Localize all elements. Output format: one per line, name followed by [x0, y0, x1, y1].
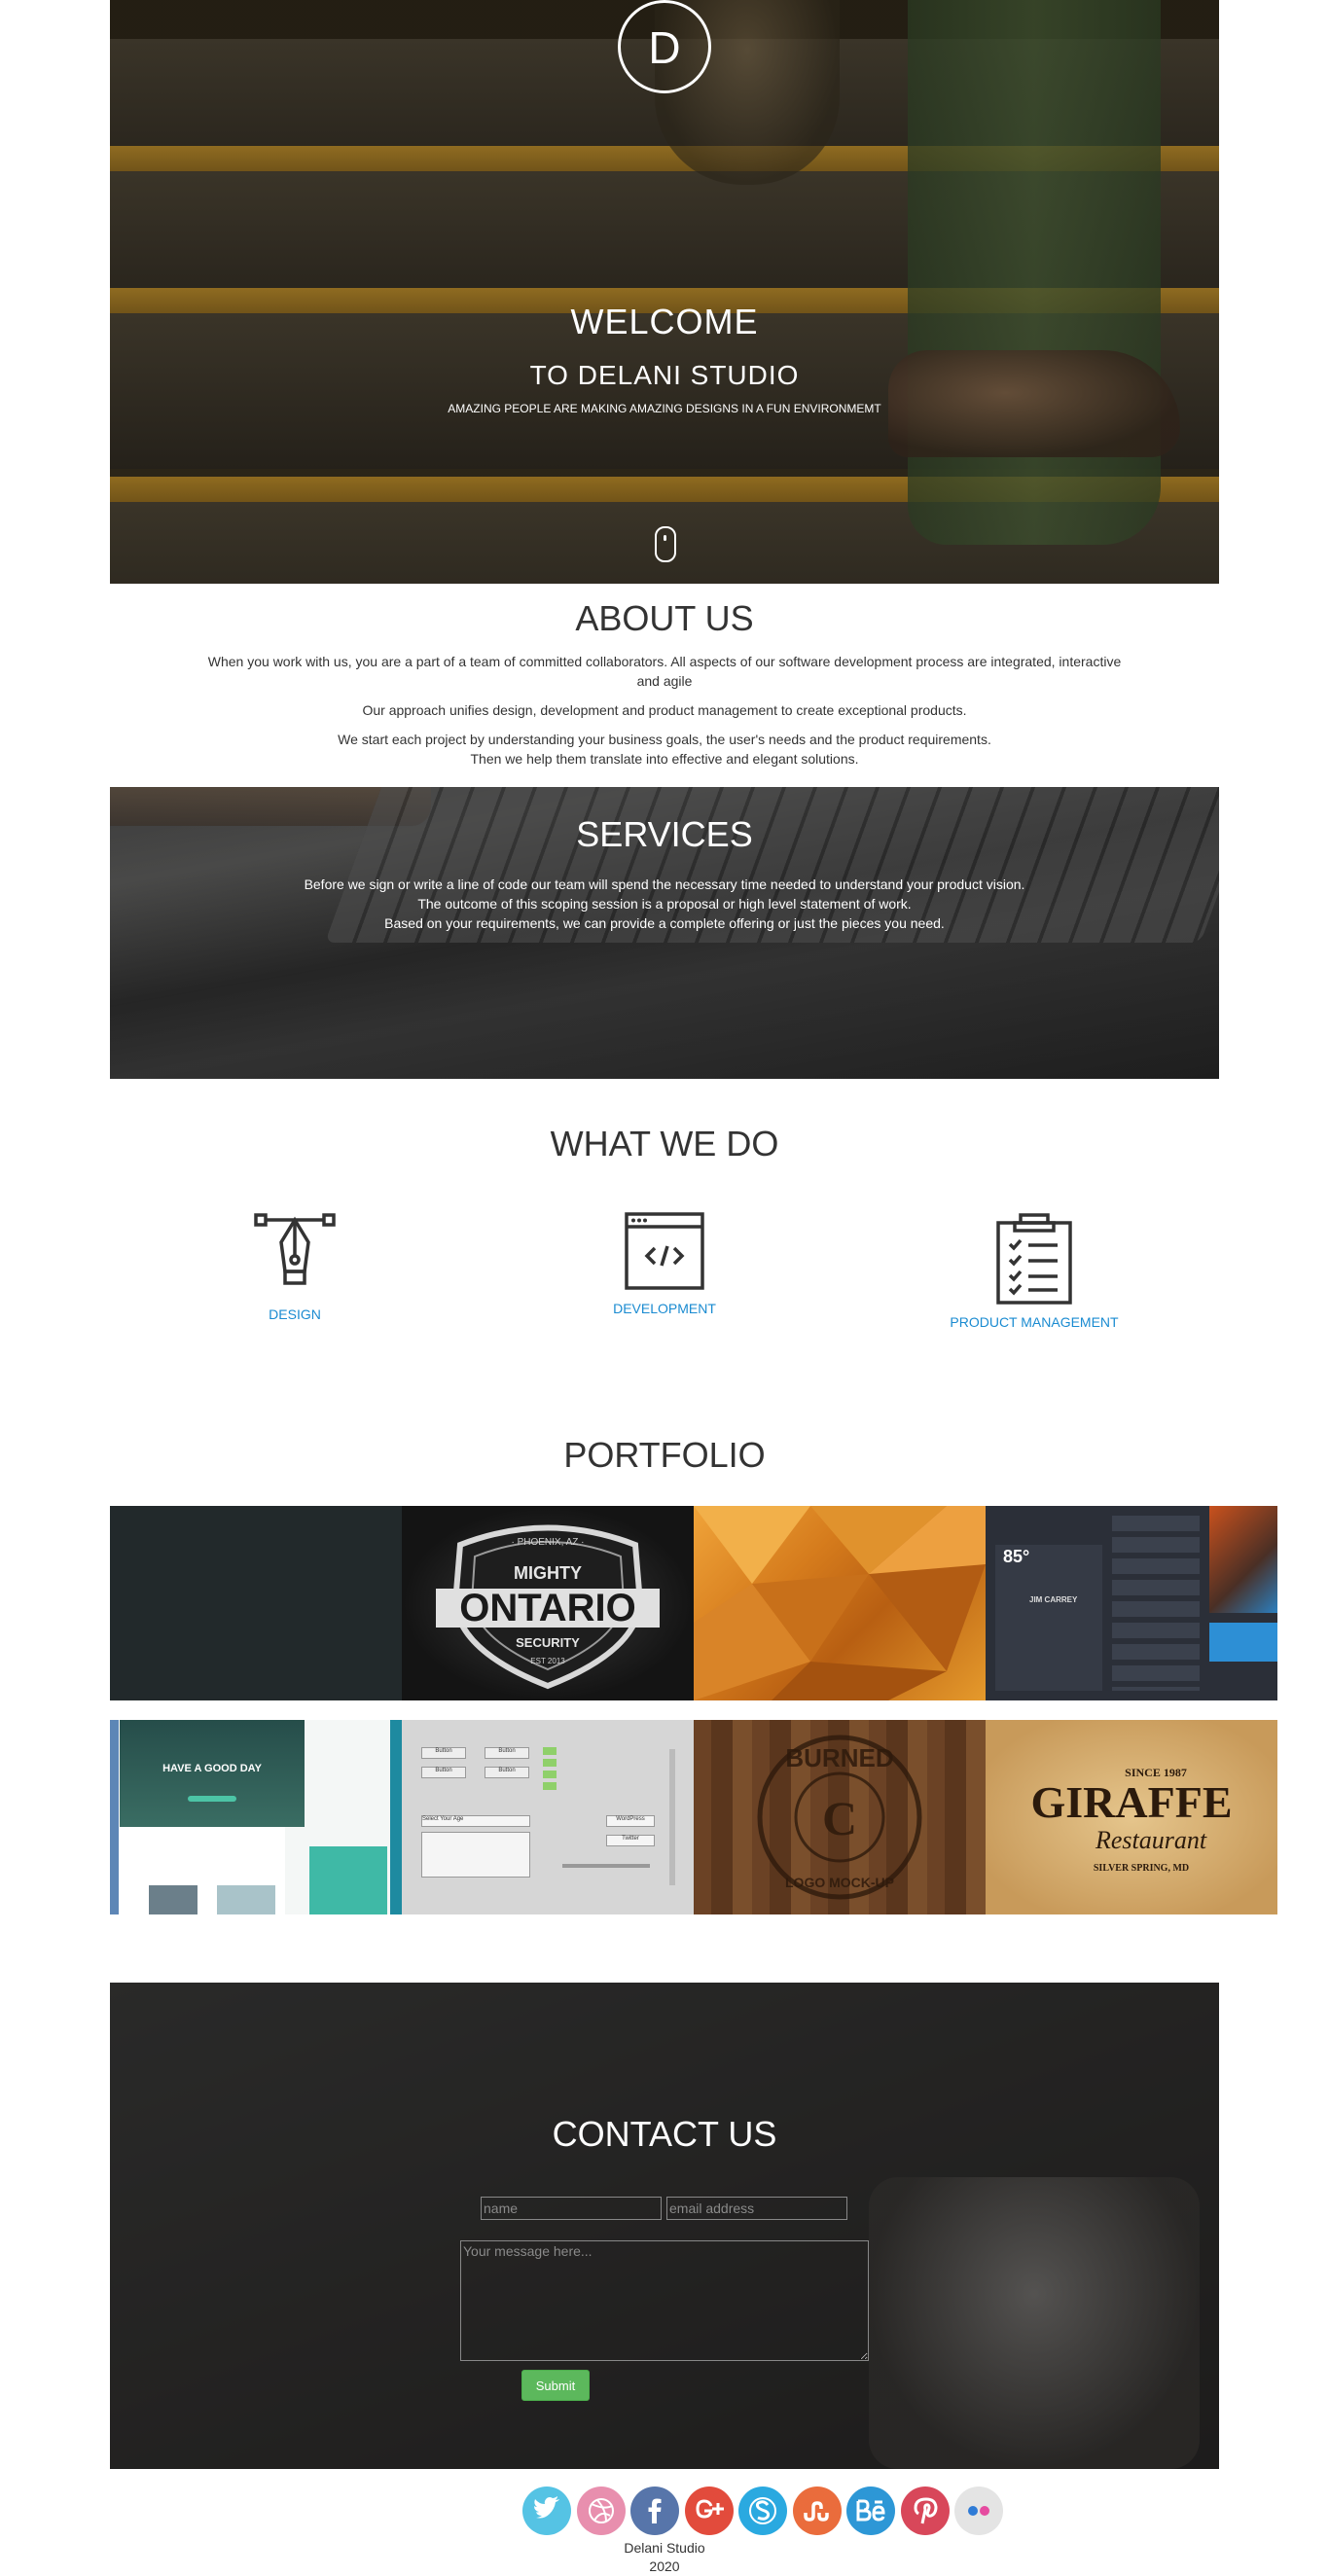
about-paragraph-3-line-2: Then we help them translate into effecti… — [470, 751, 859, 767]
template-button — [188, 1796, 236, 1802]
email-input[interactable] — [666, 2197, 847, 2220]
pen-tool-icon — [254, 1213, 336, 1285]
portfolio-tile-web-template[interactable]: HAVE A GOOD DAY — [110, 1720, 402, 1914]
service-design[interactable]: DESIGN — [149, 1211, 441, 1322]
services-section: SERVICES Before we sign or write a line … — [110, 787, 1219, 1079]
clipboard-checklist-icon — [996, 1213, 1072, 1305]
service-product-management[interactable]: PRODUCT MANAGEMENT — [888, 1211, 1180, 1330]
contact-section: CONTACT US — [110, 1983, 1219, 2469]
portfolio-tile-polygon[interactable] — [694, 1506, 986, 1700]
burned-mark: C — [822, 1791, 857, 1845]
service-development[interactable]: DEVELOPMENT — [519, 1211, 810, 1316]
ontario-top-text: · PHOENIX, AZ · — [511, 1537, 584, 1548]
giraffe-script: Restaurant — [1095, 1826, 1207, 1854]
about-paragraph-1: When you work with us, you are a part of… — [207, 654, 1122, 689]
name-input[interactable] — [481, 2197, 662, 2220]
ontario-lower-text: SECURITY — [516, 1635, 580, 1650]
services-line-3: Based on your requirements, we can provi… — [384, 915, 945, 931]
code-window-icon — [625, 1212, 704, 1290]
portfolio-title: PORTFOLIO — [563, 1435, 766, 1475]
ontario-upper-text: MIGHTY — [514, 1563, 582, 1583]
contact-title: CONTACT US — [552, 2114, 777, 2154]
polygon-pattern — [694, 1506, 986, 1700]
ontario-est-text: EST 2013 — [530, 1657, 565, 1665]
hero-tagline: AMAZING PEOPLE ARE MAKING AMAZING DESIGN… — [448, 402, 881, 415]
pinterest-icon[interactable] — [901, 2487, 950, 2535]
submit-button[interactable]: Submit — [521, 2370, 590, 2401]
stumbleupon-icon[interactable] — [793, 2487, 842, 2535]
portfolio-tile-burned-logo[interactable]: C BURNED LOGO MOCK-UP — [694, 1720, 986, 1914]
ui-kit-list — [421, 1832, 530, 1878]
google-plus-icon[interactable] — [685, 2487, 734, 2535]
flickr-icon[interactable] — [954, 2487, 1003, 2535]
portfolio-tile-dashboard-ui[interactable]: 85° JIM CARREY — [986, 1506, 1277, 1700]
burned-lower-text: LOGO MOCK-UP — [785, 1875, 894, 1890]
burned-upper-text: BURNED — [785, 1743, 893, 1772]
ui-kit-select: Select Your Age — [421, 1815, 530, 1827]
ui-kit-wordpress: WordPress — [606, 1815, 655, 1827]
ui-kit-button: Button — [485, 1767, 529, 1778]
template-thumb — [149, 1885, 198, 1914]
dashboard-button — [1209, 1623, 1277, 1662]
giraffe-restaurant-logo: SINCE 1987 GIRAFFE Restaurant SILVER SPR… — [1031, 1766, 1233, 1874]
burned-logo: C BURNED LOGO MOCK-UP — [757, 1735, 922, 1900]
dashboard-image — [1209, 1506, 1277, 1613]
hero-background-leg — [908, 0, 1161, 545]
ui-kit-scrollbar — [669, 1749, 675, 1885]
services-title: SERVICES — [576, 814, 753, 854]
ui-kit-button: Button — [485, 1747, 529, 1759]
services-line-2: The outcome of this scoping session is a… — [417, 896, 912, 912]
dashboard-temperature: 85° — [1003, 1547, 1030, 1566]
scroll-mouse-icon[interactable] — [655, 526, 676, 562]
about-title: ABOUT US — [575, 598, 754, 638]
template-thumb — [217, 1885, 275, 1914]
logo[interactable]: D — [618, 0, 711, 93]
what-we-do-title: WHAT WE DO — [550, 1124, 779, 1163]
ui-kit-button: Button — [421, 1747, 466, 1759]
about-paragraph-2: Our approach unifies design, development… — [362, 702, 967, 718]
service-development-label[interactable]: DEVELOPMENT — [519, 1301, 810, 1316]
message-textarea[interactable] — [460, 2240, 869, 2361]
services-line-1: Before we sign or write a line of code o… — [304, 877, 1025, 892]
service-design-label[interactable]: DESIGN — [149, 1306, 441, 1322]
footer-year: 2020 — [649, 2558, 680, 2574]
ui-kit-slider — [562, 1864, 650, 1868]
giraffe-place: SILVER SPRING, MD — [1094, 1863, 1189, 1874]
dashboard-list — [1112, 1516, 1200, 1691]
template-heading: HAVE A GOOD DAY — [162, 1763, 262, 1774]
service-product-management-label[interactable]: PRODUCT MANAGEMENT — [888, 1314, 1180, 1330]
portfolio-tile-1[interactable] — [110, 1506, 402, 1700]
about-paragraph-3-line-1: We start each project by understanding y… — [338, 732, 991, 747]
portfolio-tile-giraffe[interactable]: SINCE 1987 GIRAFFE Restaurant SILVER SPR… — [986, 1720, 1277, 1914]
footer-studio-name: Delani Studio — [624, 2540, 705, 2556]
giraffe-main: GIRAFFE — [1031, 1777, 1233, 1827]
facebook-icon[interactable] — [630, 2487, 679, 2535]
ui-kit-toggles — [543, 1747, 557, 1792]
template-footer-band — [309, 1846, 387, 1914]
services-text: Before we sign or write a line of code o… — [110, 875, 1219, 933]
dribbble-icon[interactable] — [577, 2487, 626, 2535]
ontario-main-text: ONTARIO — [459, 1587, 635, 1629]
ontario-badge-logo: · PHOENIX, AZ · MIGHTY ONTARIO SECURITY … — [436, 1524, 660, 1690]
portfolio-tile-mighty-ontario[interactable]: · PHOENIX, AZ · MIGHTY ONTARIO SECURITY … — [402, 1506, 694, 1700]
behance-icon[interactable] — [846, 2487, 895, 2535]
ui-kit-twitter: Twitter — [606, 1835, 655, 1846]
dashboard-name: JIM CARREY — [1029, 1595, 1078, 1604]
contact-background-machine — [869, 2177, 1200, 2469]
portfolio-tile-ui-kit[interactable]: Button Button Button Button Select Your … — [402, 1720, 694, 1914]
hero-welcome: WELCOME — [570, 302, 759, 341]
twitter-icon[interactable] — [522, 2487, 571, 2535]
skype-icon[interactable] — [738, 2487, 787, 2535]
ui-kit-button: Button — [421, 1767, 466, 1778]
hero-subtitle: TO DELANI STUDIO — [529, 360, 800, 390]
